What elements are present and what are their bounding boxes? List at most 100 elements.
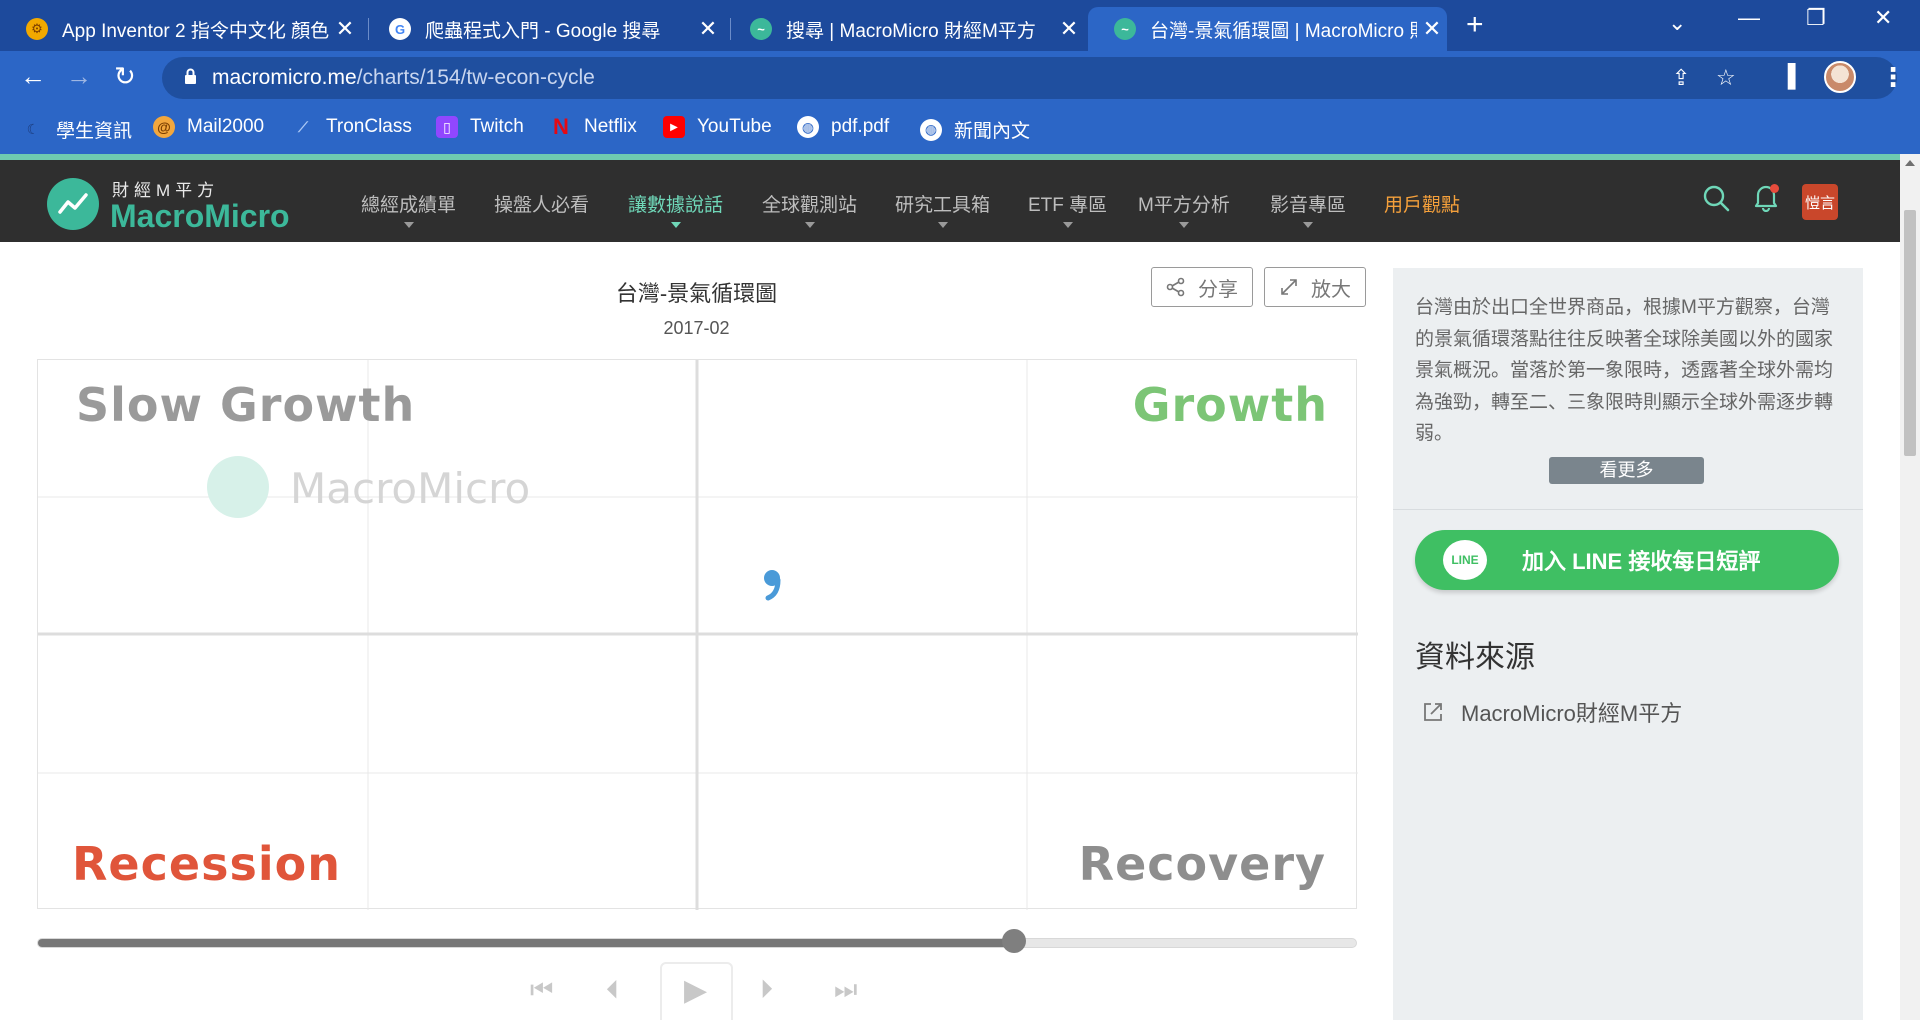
browser-toolbar: ← → ↻ macromicro.me/charts/154/tw-econ-c… xyxy=(0,51,1920,104)
page-scrollbar[interactable] xyxy=(1900,154,1920,1020)
zoom-label: 放大 xyxy=(1311,278,1351,301)
bookmark-item[interactable]: ◍ pdf.pdf xyxy=(797,116,889,138)
quadrant-label-growth: Growth xyxy=(1132,378,1328,432)
reload-button[interactable]: ↻ xyxy=(114,61,136,92)
close-tab-icon[interactable]: ✕ xyxy=(330,16,360,42)
step-back-icon[interactable]: ⏴ xyxy=(606,974,619,1006)
browser-tab[interactable]: ~ 搜尋 | MacroMicro 財經M平方 ✕ xyxy=(724,7,1084,51)
quadrant-label-slow-growth: Slow Growth xyxy=(76,378,416,432)
skip-last-icon[interactable]: ⏭ xyxy=(834,974,857,1006)
bookmark-item[interactable]: ☾ 學生資訊 xyxy=(22,116,132,143)
skip-first-icon[interactable]: ⏮ xyxy=(530,974,553,1006)
zoom-button[interactable]: 放大 xyxy=(1264,267,1366,307)
back-button[interactable]: ← xyxy=(20,61,46,92)
menu-item-video[interactable]: 影音專區 xyxy=(1270,190,1346,228)
mail-icon: @ xyxy=(153,116,175,138)
timeline-handle[interactable] xyxy=(1001,929,1026,953)
macromicro-icon: ~ xyxy=(750,18,772,40)
address-bar[interactable]: macromicro.me/charts/154/tw-econ-cycle ⇪… xyxy=(162,57,1897,99)
netflix-icon: N xyxy=(553,114,569,139)
econ-cycle-chart[interactable]: MacroMicro Slow Growth Growth Recession … xyxy=(37,359,1358,910)
macromicro-logo-icon[interactable] xyxy=(47,178,99,230)
logo-english[interactable]: MacroMicro xyxy=(110,198,290,235)
browser-menu-icon[interactable]: ⋮ xyxy=(1880,62,1906,93)
google-icon: G xyxy=(389,18,411,40)
lock-icon xyxy=(185,68,196,84)
twitch-icon: ▯ xyxy=(436,116,458,138)
bookmark-item[interactable]: ⟋ TronClass xyxy=(292,116,412,138)
line-subscribe-label: 加入 LINE 接收每日短評 xyxy=(1522,549,1761,574)
app-inventor-icon: ⚙ xyxy=(26,18,48,40)
source-link[interactable]: MacroMicro財經M平方 xyxy=(1421,696,1682,728)
moon-icon: ☾ xyxy=(26,121,40,137)
url-text: macromicro.me/charts/154/tw-econ-cycle xyxy=(212,66,595,89)
read-more-button[interactable]: 看更多 xyxy=(1549,457,1704,484)
tab-title: 爬蟲程式入門 - Google 搜尋 xyxy=(425,20,661,42)
chart-date: 2017-02 xyxy=(663,318,730,338)
close-tab-icon[interactable]: ✕ xyxy=(1417,16,1447,42)
menu-item-toolbox[interactable]: 研究工具箱 xyxy=(895,190,990,228)
tab-title: 台灣-景氣循環圖 | MacroMicro 財 xyxy=(1150,20,1417,42)
tab-search-icon[interactable]: ⌄ xyxy=(1668,10,1686,36)
globe-icon: ◍ xyxy=(797,116,819,138)
new-tab-button[interactable]: + xyxy=(1466,8,1484,42)
chart-grid xyxy=(38,360,1358,910)
menu-item-etf[interactable]: ETF 專區 xyxy=(1028,190,1107,228)
watermark-text: MacroMicro xyxy=(290,464,531,513)
youtube-icon: ▶ xyxy=(663,116,685,138)
minimize-button[interactable]: — xyxy=(1738,5,1760,31)
watermark-logo-icon xyxy=(207,456,269,518)
bookmark-item[interactable]: N Netflix xyxy=(550,114,637,139)
menu-item-analysis[interactable]: M平方分析 xyxy=(1138,190,1230,228)
bookmark-star-icon[interactable]: ☆ xyxy=(1716,65,1736,91)
menu-item-user-views[interactable]: 用戶觀點 xyxy=(1384,190,1460,217)
close-tab-icon[interactable]: ✕ xyxy=(1054,16,1084,42)
menu-item-global[interactable]: 全球觀測站 xyxy=(762,190,857,228)
share-icon xyxy=(1166,277,1185,297)
browser-tab[interactable]: G 爬蟲程式入門 - Google 搜尋 ✕ xyxy=(363,7,723,51)
play-button[interactable]: ▶ xyxy=(660,962,733,1020)
notification-dot xyxy=(1770,184,1779,193)
quadrant-label-recession: Recession xyxy=(72,837,341,891)
menu-item-traders[interactable]: 操盤人必看 xyxy=(494,190,589,217)
restore-button[interactable]: ❐ xyxy=(1806,5,1826,31)
close-tab-icon[interactable]: ✕ xyxy=(693,16,723,42)
close-window-button[interactable]: ✕ xyxy=(1874,5,1892,31)
browser-tab-active[interactable]: ~ 台灣-景氣循環圖 | MacroMicro 財 ✕ xyxy=(1088,7,1447,51)
scrollbar-thumb[interactable] xyxy=(1904,210,1916,456)
tab-title: App Inventor 2 指令中文化 顏色 xyxy=(62,20,330,42)
data-point-marker xyxy=(764,570,781,601)
scroll-up-icon[interactable] xyxy=(1905,160,1915,166)
chart-description: 台灣由於出口全世界商品，根據M平方觀察，台灣的景氣循環落點往往反映著全球除美國以… xyxy=(1415,297,1834,444)
bookmarks-bar: ☾ 學生資訊 @ Mail2000 ⟋ TronClass ▯ Twitch N Netf… xyxy=(0,104,1920,154)
tronclass-icon: ⟋ xyxy=(298,118,308,135)
menu-item-scorecard[interactable]: 總經成績單 xyxy=(361,190,456,228)
search-icon[interactable] xyxy=(1702,184,1730,212)
expand-icon xyxy=(1281,279,1297,295)
share-button[interactable]: 分享 xyxy=(1151,267,1253,307)
step-forward-icon[interactable]: ⏵ xyxy=(760,974,773,1006)
menu-item-data-talk[interactable]: 讓數據說話 xyxy=(628,190,723,228)
forward-button[interactable]: → xyxy=(66,61,92,92)
browser-tab[interactable]: ⚙ App Inventor 2 指令中文化 顏色 ✕ xyxy=(0,7,360,51)
bookmark-item[interactable]: ▯ Twitch xyxy=(436,116,524,138)
bookmark-item[interactable]: ▶ YouTube xyxy=(663,116,772,138)
globe-icon: ◍ xyxy=(920,118,942,141)
external-link-icon xyxy=(1424,703,1442,721)
web-page: 財經M平方 MacroMicro 總經成績單 操盤人必看 讓數據說話 全球觀測站… xyxy=(0,154,1920,1020)
user-menu-button[interactable]: 愷言 xyxy=(1802,184,1838,220)
share-label: 分享 xyxy=(1198,278,1238,301)
profile-avatar[interactable] xyxy=(1824,61,1856,93)
line-subscribe-button[interactable]: LINE 加入 LINE 接收每日短評 xyxy=(1415,530,1839,590)
timeline-slider[interactable] xyxy=(37,938,1357,948)
source-heading: 資料來源 xyxy=(1415,641,1535,674)
side-panel-icon[interactable]: ▐ xyxy=(1780,63,1796,89)
bookmark-item[interactable]: @ Mail2000 xyxy=(153,116,264,138)
timeline-progress xyxy=(38,939,1014,947)
tab-title: 搜尋 | MacroMicro 財經M平方 xyxy=(786,20,1036,42)
share-page-icon[interactable]: ⇪ xyxy=(1672,65,1690,91)
browser-tabstrip: ⚙ App Inventor 2 指令中文化 顏色 ✕ G 爬蟲程式入門 - G… xyxy=(0,0,1920,51)
macromicro-icon: ~ xyxy=(1114,18,1136,40)
line-icon: LINE xyxy=(1443,540,1487,580)
bookmark-item[interactable]: ◍ 新聞內文 xyxy=(920,116,1030,143)
